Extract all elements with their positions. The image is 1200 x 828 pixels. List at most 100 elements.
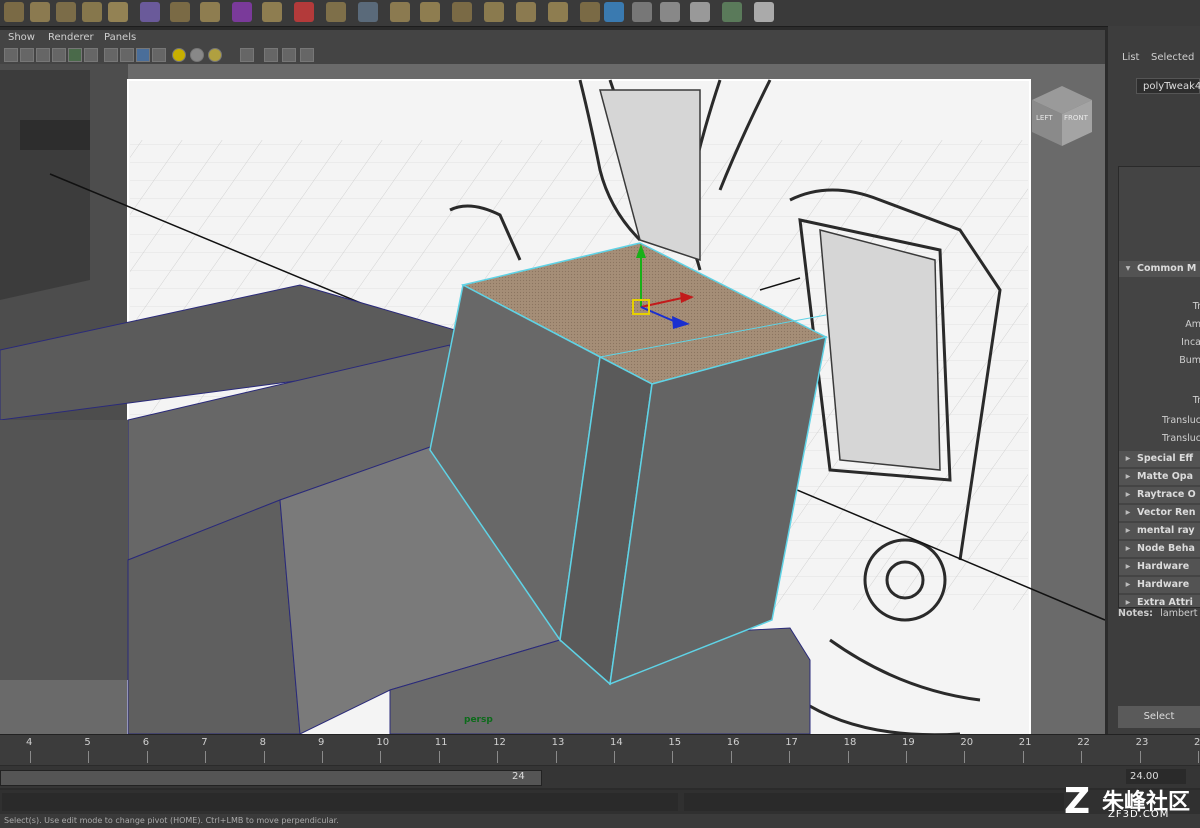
frame-tick [555, 751, 557, 763]
camera-label: persp [464, 715, 493, 725]
checker-icon[interactable] [152, 48, 166, 62]
section-label: Hardware [1137, 561, 1190, 572]
range-slider-bar: 24 24.00 [0, 766, 1200, 788]
shelf-icon-10[interactable] [262, 2, 282, 22]
frame-number: 17 [785, 737, 798, 748]
shelf-icon-22[interactable] [632, 2, 652, 22]
frame-number: 7 [201, 737, 208, 748]
section-label: Extra Attri [1137, 597, 1193, 607]
shelf-icon-13[interactable] [358, 2, 378, 22]
viewport-persp[interactable]: persp LEFT FRONT [0, 64, 1105, 734]
frame-number: 22 [1077, 737, 1090, 748]
frame-tick [789, 751, 791, 763]
shelf-icon-6[interactable] [140, 2, 160, 22]
xray-icon[interactable] [282, 48, 296, 62]
command-line [0, 790, 1200, 814]
shelf-icon-7[interactable] [170, 2, 190, 22]
section-matte-opacity[interactable]: ▸ Matte Opa [1119, 469, 1200, 485]
shelf-icon-21[interactable] [604, 2, 624, 22]
select-button[interactable]: Select [1118, 706, 1200, 728]
node-tab-polytweak[interactable]: polyTweak4 [1136, 78, 1200, 94]
frame-number: 14 [610, 737, 623, 748]
menu-renderer[interactable]: Renderer [48, 32, 94, 43]
frame-number: 6 [142, 737, 150, 748]
attr-label-4: Bum [1179, 355, 1200, 366]
light-icon[interactable] [172, 48, 186, 62]
cube-shaded-icon[interactable] [120, 48, 134, 62]
shelf-icon-20[interactable] [580, 2, 600, 22]
grid-icon[interactable] [52, 48, 66, 62]
shelf-toolbar [0, 0, 1200, 27]
command-input[interactable] [2, 793, 678, 811]
attr-label-1: Tr [1192, 301, 1200, 312]
shelf-icon-4[interactable] [82, 2, 102, 22]
watermark-url: ZF3D.COM [1108, 809, 1170, 820]
camera-icon[interactable] [4, 48, 18, 62]
shelf-icon-3[interactable] [56, 2, 76, 22]
cube-wire-icon[interactable] [104, 48, 118, 62]
shelf-icon-17[interactable] [484, 2, 504, 22]
frame-number: 15 [668, 737, 682, 748]
shelf-icon-14[interactable] [390, 2, 410, 22]
shelf-icon-16[interactable] [452, 2, 472, 22]
section-hardware-2[interactable]: ▸ Hardware [1119, 577, 1200, 593]
range-slider[interactable] [0, 770, 542, 786]
section-label: Node Beha [1137, 543, 1195, 554]
tab-list[interactable]: List [1122, 52, 1139, 63]
shelf-icon-12[interactable] [326, 2, 346, 22]
panel-toolbar [0, 46, 1105, 65]
shelf-icon-18[interactable] [516, 2, 536, 22]
shelf-icon-8[interactable] [200, 2, 220, 22]
notes-value[interactable]: lambert [1160, 608, 1197, 619]
shelf-icon-15[interactable] [420, 2, 440, 22]
texture-icon[interactable] [68, 48, 82, 62]
attr-label-7: Transluc [1162, 433, 1200, 444]
shelf-icon-19[interactable] [548, 2, 568, 22]
frame-tick [906, 751, 907, 763]
shelf-icon-26[interactable] [754, 2, 774, 22]
range-end-value: 24 [512, 771, 525, 782]
shelf-icon-1[interactable] [4, 2, 24, 22]
chevron-right-icon: ▸ [1125, 507, 1131, 518]
sphere-lit-icon[interactable] [208, 48, 222, 62]
section-label: Raytrace O [1137, 489, 1196, 500]
section-vector-renderer[interactable]: ▸ Vector Ren [1119, 505, 1200, 521]
sphere-icon[interactable] [190, 48, 204, 62]
shelf-icon-2[interactable] [30, 2, 50, 22]
shelf-icon-25[interactable] [722, 2, 742, 22]
time-slider[interactable]: 4 5 6 7 8 9 10 11 12 13 14 15 16 17 18 19 20 21 22 23 2 [0, 734, 1200, 765]
section-raytrace[interactable]: ▸ Raytrace O [1119, 487, 1200, 503]
isolate-icon[interactable] [264, 48, 278, 62]
section-hardware-1[interactable]: ▸ Hardware [1119, 559, 1200, 575]
logo-z-icon: Z [1064, 781, 1091, 822]
section-special-effects[interactable]: ▸ Special Eff [1119, 451, 1200, 467]
shelf-icon-11[interactable] [294, 2, 314, 22]
frame-tick [88, 751, 90, 763]
shelf-icon-5[interactable] [108, 2, 128, 22]
shelf-icon-9[interactable] [232, 2, 252, 22]
attribute-editor: List Selected polyTweak4 ▾ Common M Tr Am… [1108, 26, 1200, 734]
section-label: Matte Opa [1137, 471, 1193, 482]
viewcube-left-label: LEFT [1036, 114, 1053, 122]
menu-show[interactable]: Show [8, 32, 35, 43]
section-extra-attributes[interactable]: ▸ Extra Attri [1119, 595, 1200, 607]
cube-textured-icon[interactable] [136, 48, 150, 62]
shelf-icon-24[interactable] [690, 2, 710, 22]
section-node-behavior[interactable]: ▸ Node Beha [1119, 541, 1200, 557]
shadow-icon[interactable] [84, 48, 98, 62]
section-common-material[interactable]: ▾ Common M [1119, 261, 1200, 277]
frame-tick [322, 751, 323, 763]
frame-tick [847, 751, 849, 763]
menu-panels[interactable]: Panels [104, 32, 136, 43]
frame-number: 11 [434, 737, 448, 748]
frame-tick [964, 751, 966, 763]
wireframe-icon[interactable] [20, 48, 34, 62]
tab-selected[interactable]: Selected [1151, 52, 1194, 63]
share-icon[interactable] [300, 48, 314, 62]
section-mental-ray[interactable]: ▸ mental ray [1119, 523, 1200, 539]
watermark-logo: Z 朱峰社区 ZF3D.COM [1064, 781, 1194, 823]
smooth-shade-icon[interactable] [36, 48, 50, 62]
select-camera-icon[interactable] [240, 48, 254, 62]
shelf-icon-23[interactable] [660, 2, 680, 22]
chevron-right-icon: ▸ [1125, 561, 1131, 572]
